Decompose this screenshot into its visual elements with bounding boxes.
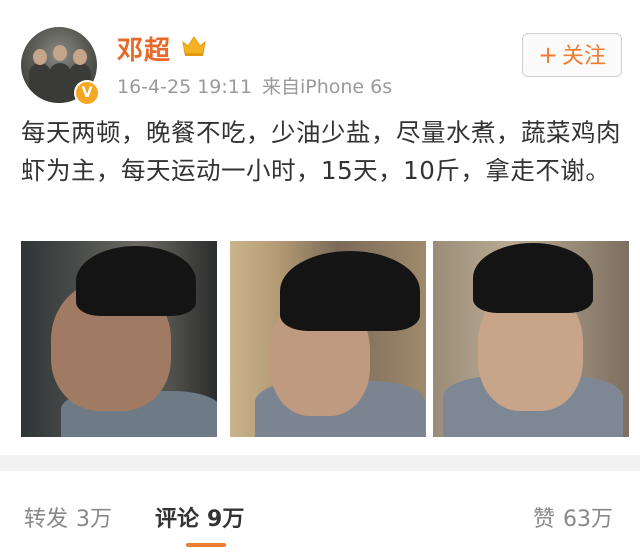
post-text: 每天两顿，晚餐不吃，少油少盐，尽量水煮，蔬菜鸡肉虾为主，每天运动一小时，15天，…: [21, 118, 621, 185]
follow-button[interactable]: + 关注: [522, 33, 622, 77]
verified-badge: V: [74, 80, 100, 106]
like-tab[interactable]: 赞 63万: [533, 501, 613, 533]
post-photo-2[interactable]: [230, 241, 426, 437]
repost-tab[interactable]: 转发 3万: [24, 501, 112, 533]
avatar-figure: [49, 63, 71, 103]
post-photo-1[interactable]: [21, 241, 217, 437]
plus-icon: +: [537, 41, 559, 69]
follow-label: 关注: [562, 44, 607, 69]
like-count: 63万: [563, 507, 614, 532]
avatar-head: [73, 49, 87, 65]
user-name[interactable]: 邓超: [117, 30, 171, 67]
crown-icon: [182, 36, 206, 56]
avatar-figure: [29, 63, 51, 103]
post-source: 来自iPhone 6s: [261, 76, 393, 98]
photo-cap: [280, 251, 420, 331]
post-meta: 16-4-25 19:11 来自iPhone 6s: [117, 72, 392, 99]
comment-label: 评论: [155, 507, 200, 532]
repost-label: 转发: [24, 507, 69, 532]
repost-count: 3万: [76, 507, 113, 532]
section-divider: [0, 455, 640, 471]
active-tab-indicator: [186, 543, 226, 547]
photo-cap: [473, 243, 593, 313]
comment-count: 9万: [207, 507, 245, 532]
avatar-head: [33, 49, 47, 65]
comment-tab[interactable]: 评论 9万: [155, 501, 244, 533]
post-date: 16-4-25 19:11: [117, 76, 252, 98]
action-bar: 转发 3万 评论 9万 赞 63万: [0, 471, 640, 555]
post-photo-3[interactable]: [433, 241, 629, 437]
avatar-head: [53, 45, 67, 61]
like-label: 赞: [533, 507, 556, 532]
photo-cap: [76, 246, 196, 316]
weibo-post-card: V 邓超 16-4-25 19:11 来自iPhone 6s + 关注 每天两顿，晚…: [0, 0, 640, 455]
